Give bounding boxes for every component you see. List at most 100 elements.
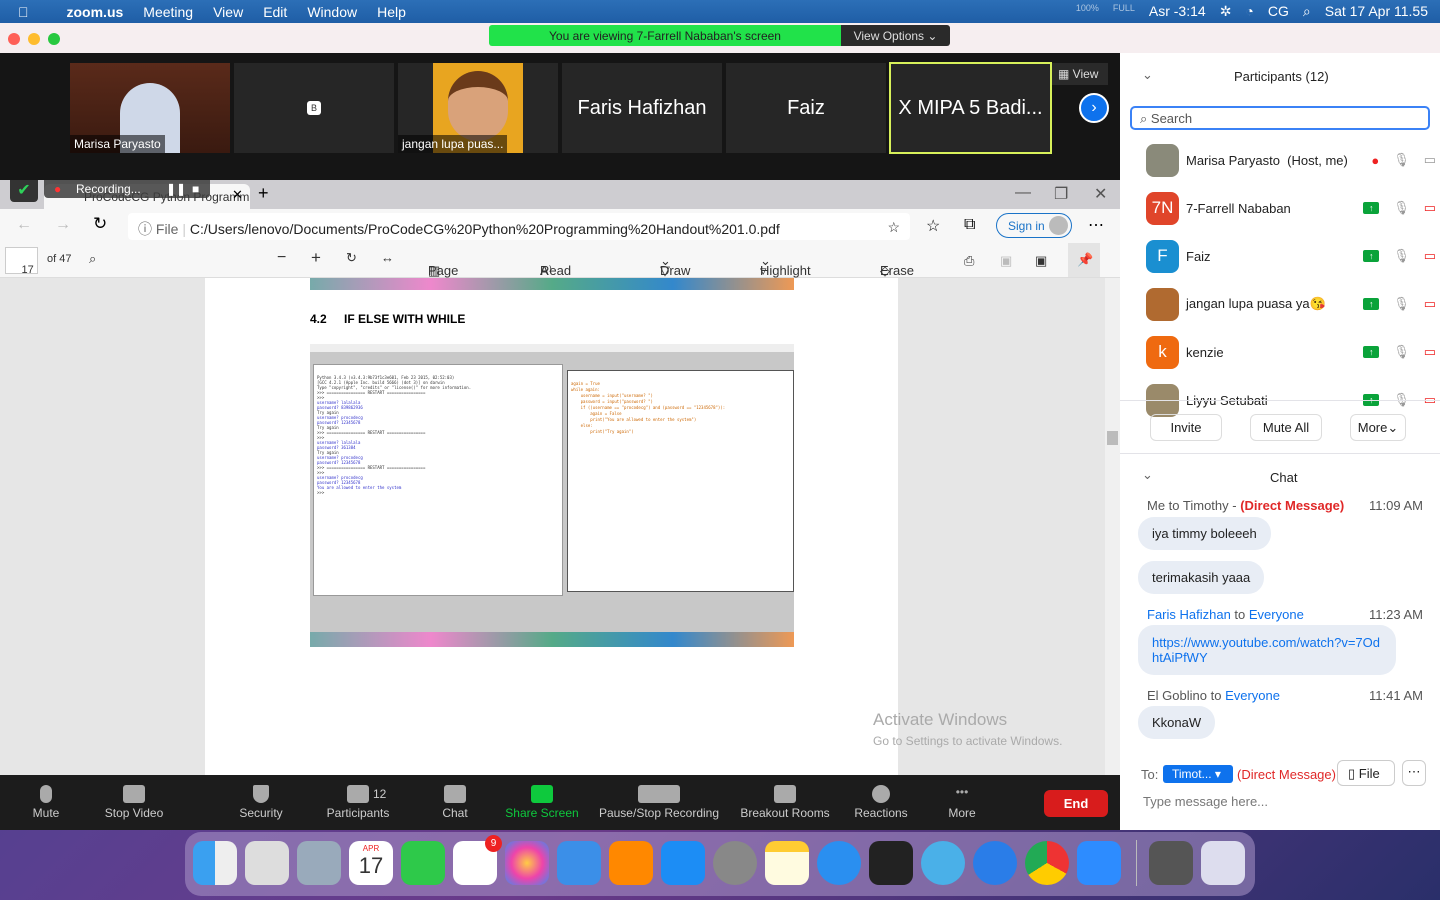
system-preferences-icon[interactable] (713, 841, 757, 885)
menu-meeting[interactable]: Meeting (143, 4, 193, 20)
reminders-icon[interactable]: 9 (453, 835, 502, 885)
search-icon[interactable]: ⌕ (89, 251, 96, 267)
maximize-window-button[interactable] (48, 33, 60, 45)
pin-toolbar-icon[interactable]: 📌 (1068, 243, 1100, 277)
chat-link[interactable]: https://www.youtube.com/watch?v=7OdhtAiP… (1138, 625, 1396, 675)
launchpad-icon[interactable] (245, 841, 289, 885)
video-tile[interactable]: Marisa Paryasto (70, 63, 230, 153)
close-tab-icon[interactable]: ✕ (232, 187, 243, 203)
mute-button[interactable]: Mute (22, 775, 70, 830)
rotate-icon[interactable]: ↻ (346, 250, 357, 266)
save-as-icon[interactable]: ▣ (1035, 253, 1047, 269)
page-number-input[interactable]: 17 (5, 247, 38, 276)
spotlight-icon[interactable]: ⌕ (1303, 3, 1311, 20)
participant-row[interactable]: Marisa Paryasto (Host, me) ● 🎙︎ ▭ (1146, 143, 1436, 177)
collapse-chat-icon[interactable]: ⌄ (1142, 467, 1153, 483)
terminal-icon[interactable] (869, 841, 913, 885)
print-icon[interactable]: ⎙ (964, 253, 974, 269)
collections-icon[interactable]: ⧉ (964, 216, 975, 234)
next-page-button[interactable]: › (1079, 93, 1109, 123)
microphone-icon[interactable]: 🎙︎ (1393, 200, 1410, 216)
video-tile[interactable]: Faiz (726, 63, 886, 153)
more-participants-button[interactable]: More ⌄ (1350, 414, 1406, 441)
pdf-scrollbar[interactable] (1105, 278, 1120, 775)
clock[interactable]: Sat 17 Apr 11.55 (1325, 3, 1428, 20)
apple-icon[interactable]:  (18, 4, 29, 20)
zoom-in-icon[interactable]: + (311, 248, 321, 268)
microphone-icon[interactable]: 🎙︎ (1393, 296, 1410, 312)
wifi-icon[interactable]: ◔ (1245, 3, 1253, 20)
preview-icon[interactable] (297, 841, 341, 885)
menu-help[interactable]: Help (377, 4, 406, 20)
menu-app[interactable]: zoom.us (67, 4, 124, 20)
manager-icon[interactable] (921, 841, 965, 885)
new-tab-button[interactable]: + (258, 183, 269, 204)
microphone-icon[interactable]: 🎙︎ (1393, 344, 1410, 360)
video-tile-active-speaker[interactable]: X MIPA 5 Badi... (889, 62, 1052, 154)
messages-icon[interactable] (401, 841, 445, 885)
participant-row[interactable]: k kenzie ↑ 🎙︎ ▭ (1146, 335, 1436, 369)
video-tile[interactable]: jangan lupa puas... (398, 63, 558, 153)
mute-all-button[interactable]: Mute All (1250, 414, 1322, 441)
video-off-icon[interactable]: ▭ (1424, 248, 1436, 264)
participant-row[interactable]: 7N 7-Farrell Nababan ↑ 🎙︎ ▭ (1146, 191, 1436, 225)
video-tile[interactable]: Faris Hafizhan (562, 63, 722, 153)
video-tile[interactable]: B (234, 63, 394, 153)
video-icon[interactable]: ▭ (1424, 152, 1436, 168)
calendar-icon[interactable]: APR 17 (349, 841, 393, 885)
video-off-icon[interactable]: ▭ (1424, 296, 1436, 312)
bluetooth-icon[interactable]: ✲ (1220, 3, 1232, 20)
close-window-button[interactable] (8, 33, 20, 45)
collapse-participants-icon[interactable]: ⌄ (1142, 67, 1153, 83)
refresh-icon[interactable]: ↻ (93, 214, 107, 234)
sign-in-button[interactable]: Sign in (996, 213, 1072, 238)
menu-view[interactable]: View (213, 4, 243, 20)
menu-edit[interactable]: Edit (263, 4, 287, 20)
more-icon[interactable]: ⋯ (1088, 215, 1104, 235)
url-input[interactable]: ⓘ File | C:/Users/lenovo/Documents/ProCo… (128, 213, 910, 240)
minimize-icon[interactable]: — (1015, 184, 1031, 202)
back-icon[interactable]: ← (16, 216, 32, 234)
chat-button[interactable]: Chat (432, 775, 478, 830)
participants-search-input[interactable]: ⌕ Search (1130, 106, 1430, 130)
stop-video-button[interactable]: Stop Video (98, 775, 170, 830)
prayer-time[interactable]: Asr -3:14 (1149, 3, 1206, 20)
keynote-icon[interactable] (557, 841, 601, 885)
screenshot-folder-icon[interactable] (1149, 841, 1193, 885)
signal-icon[interactable] (973, 841, 1017, 885)
recipient-select[interactable]: Timot... ▾ (1163, 765, 1233, 783)
chat-message-input[interactable]: Type message here... (1143, 794, 1268, 809)
minimize-window-button[interactable] (28, 33, 40, 45)
add-favorite-icon[interactable]: ☆ (887, 219, 900, 236)
highlight-button[interactable]: ▿ Highlight ⌄ (760, 253, 811, 278)
view-options-button[interactable]: View Options ⌄ (841, 25, 950, 46)
safari-icon[interactable] (817, 841, 861, 885)
participant-row[interactable]: F Faiz ↑ 🎙︎ ▭ (1146, 239, 1436, 273)
pause-recording-icon[interactable]: ❚❚ (166, 182, 186, 196)
restore-icon[interactable]: ❐ (1054, 184, 1068, 204)
pdf-viewer[interactable]: 4.2 IF ELSE WITH WHILE Python 3.4.3 (v3.… (0, 278, 1105, 775)
trash-icon[interactable] (1201, 841, 1245, 885)
microphone-icon[interactable]: 🎙︎ (1393, 248, 1410, 264)
close-browser-icon[interactable]: ✕ (1094, 184, 1107, 204)
view-button[interactable]: ▦ View (1052, 63, 1108, 85)
photos-icon[interactable] (505, 841, 549, 885)
more-button[interactable]: ••• More (940, 775, 984, 830)
video-off-icon[interactable]: ▭ (1424, 344, 1436, 360)
menu-window[interactable]: Window (307, 4, 357, 20)
participants-button[interactable]: 12 Participants (320, 775, 396, 830)
draw-button[interactable]: ▽ Draw ⌄ (660, 253, 690, 278)
notes-icon[interactable] (765, 841, 809, 885)
fit-width-icon[interactable]: ↔ (381, 250, 394, 265)
pause-stop-recording-button[interactable]: Pause/Stop Recording (596, 775, 722, 830)
chrome-icon[interactable] (1025, 841, 1069, 885)
invite-button[interactable]: Invite (1150, 414, 1222, 441)
video-off-icon[interactable]: ▭ (1424, 200, 1436, 216)
books-icon[interactable] (609, 841, 653, 885)
file-button[interactable]: ▯ File (1337, 760, 1395, 786)
chat-more-button[interactable]: ⋯ (1402, 760, 1426, 786)
security-button[interactable]: Security (232, 775, 290, 830)
zoom-out-icon[interactable]: − (277, 249, 286, 267)
participant-row[interactable]: jangan lupa puasa ya😘 ↑ 🎙︎ ▭ (1146, 287, 1436, 321)
input-source[interactable]: CG (1268, 3, 1289, 20)
